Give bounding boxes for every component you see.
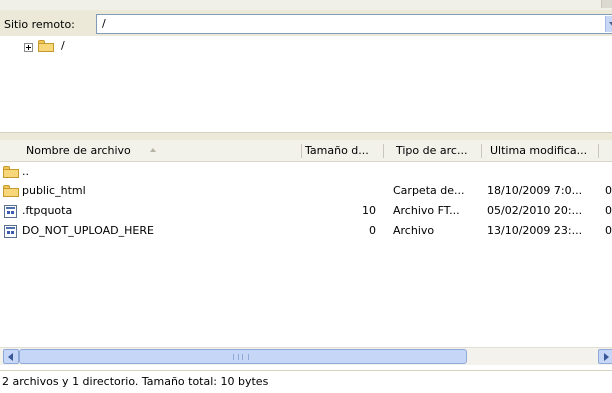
file-extra-column: 0 — [605, 184, 612, 197]
chevron-left-icon — [8, 353, 13, 361]
table-row[interactable]: public_html Carpeta de... 18/10/2009 7:0… — [0, 183, 612, 199]
table-row[interactable]: .ftpquota 10 Archivo FT... 05/02/2010 20… — [0, 203, 612, 219]
column-header-modified[interactable]: Ultima modifica... — [490, 140, 587, 161]
column-header-size[interactable]: Tamaño d... — [305, 140, 369, 161]
folder-icon — [3, 166, 19, 178]
status-text: 2 archivos y 1 directorio. Tamaño total:… — [2, 375, 269, 388]
file-icon — [4, 225, 17, 238]
file-name: .ftpquota — [22, 204, 73, 217]
file-size: 10 — [362, 204, 376, 217]
file-type: Carpeta de... — [393, 184, 465, 197]
remote-site-label: Sitio remoto: — [4, 18, 75, 31]
chevron-right-icon — [604, 353, 609, 361]
column-separator[interactable] — [383, 144, 384, 158]
column-header-name[interactable]: Nombre de archivo — [26, 140, 131, 161]
file-name: .. — [22, 165, 29, 178]
file-name: DO_NOT_UPLOAD_HERE — [22, 224, 154, 237]
top-strip-corner — [601, 0, 612, 8]
folder-icon — [38, 40, 54, 52]
file-size: 0 — [369, 224, 376, 237]
file-type: Archivo FT... — [393, 204, 460, 217]
file-size — [305, 183, 376, 199]
column-header-type[interactable]: Tipo de arc... — [396, 140, 467, 161]
file-modified: 05/02/2010 20:... — [487, 204, 583, 217]
top-strip — [0, 0, 612, 10]
remote-site-combobox[interactable]: / — [96, 14, 612, 34]
status-bar: 2 archivos y 1 directorio. Tamaño total:… — [0, 370, 612, 393]
horizontal-scrollbar[interactable] — [0, 347, 612, 365]
file-extra-column: 0 — [605, 204, 612, 217]
tree-root-label[interactable]: / — [61, 39, 65, 53]
scroll-thumb[interactable] — [19, 349, 467, 364]
file-name: public_html — [22, 184, 86, 197]
table-row[interactable]: .. — [0, 164, 612, 180]
remote-site-path[interactable]: / — [102, 15, 106, 33]
remote-directory-tree[interactable]: / — [0, 36, 612, 132]
column-separator[interactable] — [598, 144, 599, 158]
file-modified: 13/10/2009 23:... — [487, 224, 583, 237]
file-extra-column: 0 — [605, 224, 612, 237]
column-separator[interactable] — [481, 144, 482, 158]
file-modified: 18/10/2009 7:0... — [487, 184, 583, 197]
file-icon — [4, 205, 17, 218]
expand-plus-icon[interactable] — [24, 43, 33, 52]
file-type: Archivo — [393, 224, 435, 237]
scroll-right-button[interactable] — [598, 349, 612, 364]
column-separator[interactable] — [301, 144, 302, 158]
remote-site-dropdown-button[interactable] — [605, 16, 612, 32]
table-row[interactable]: DO_NOT_UPLOAD_HERE 0 Archivo 13/10/2009 … — [0, 223, 612, 239]
file-list-header: Nombre de archivo Tamaño d... Tipo de ar… — [0, 140, 612, 162]
scroll-grip-icon — [233, 354, 249, 360]
scroll-left-button[interactable] — [3, 349, 19, 364]
folder-icon — [3, 185, 19, 197]
sort-ascending-icon — [150, 148, 156, 152]
